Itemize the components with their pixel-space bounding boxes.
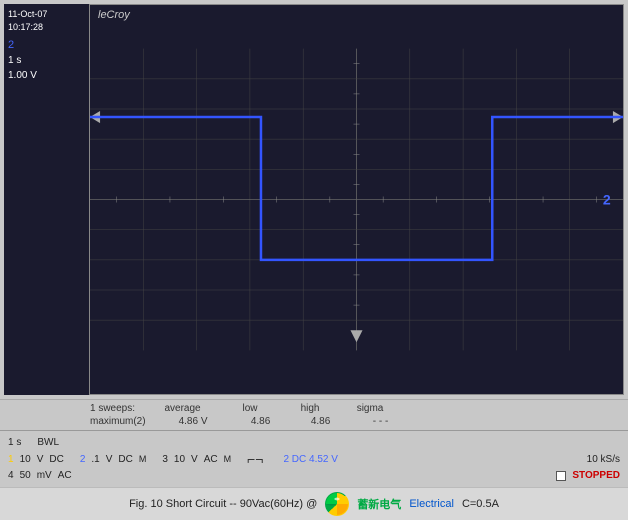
channel-number: 2 [8, 39, 85, 51]
ch4-unit: mV [37, 470, 52, 481]
status-area: STOPPED [556, 470, 620, 481]
caption-extra: C=0.5A [462, 498, 499, 510]
scope-area: 11-Oct-07 10:17:28 2 1 s 1.00 V leCroy [0, 0, 628, 399]
ch4-volt: 50 [20, 470, 31, 481]
waveform-display: 2 [90, 5, 623, 394]
left-panel: 11-Oct-07 10:17:28 2 1 s 1.00 V [4, 4, 89, 395]
sweeps-label: 1 sweeps: [90, 403, 135, 414]
avg-value: 4.86 V [166, 416, 221, 427]
ch3-coupling: AC [204, 454, 218, 465]
stats-area: 1 sweeps: average low high sigma maximum… [0, 399, 628, 430]
ch4-coupling: AC [58, 470, 72, 481]
time-label: 1 s [8, 437, 21, 448]
ch1-volt: 10 [20, 454, 31, 465]
ch2-coupling: DC [118, 454, 132, 465]
brand-label: leCroy [98, 9, 130, 21]
controls-row2: 1 10 V DC 2 .1 V DC M 3 10 V AC M ⌐¬ 2 D… [8, 450, 620, 468]
ch1-coupling: DC [49, 454, 63, 465]
ch3-volt: 10 [174, 454, 185, 465]
bwl-label: BWL [37, 437, 59, 448]
ch2-num: 2 [80, 454, 86, 465]
controls-row3: 4 50 mV AC STOPPED [8, 468, 620, 483]
ch3-unit: V [191, 454, 198, 465]
ch2-unit: V [106, 454, 113, 465]
bottom-controls: 1 s BWL 1 10 V DC 2 .1 V DC M 3 10 V AC … [0, 430, 628, 487]
low-value: 4.86 [241, 416, 281, 427]
ch4-num: 4 [8, 470, 14, 481]
caption-text: Fig. 10 Short Circuit -- 90Vac(60Hz) @ [129, 498, 317, 510]
sigma-header: sigma [350, 403, 390, 414]
sample-rate: 10 kS/s [587, 454, 620, 465]
ch2-info: 2 DC 4.52 V [283, 454, 337, 465]
date-display: 11-Oct-07 10:17:28 [8, 8, 85, 33]
svg-text:2: 2 [603, 192, 611, 208]
ch2-sub: M [139, 454, 147, 464]
sigma-value: - - - [361, 416, 401, 427]
ch1-unit: V [37, 454, 44, 465]
stopped-indicator [556, 471, 566, 481]
time: 10:17:28 [8, 21, 85, 34]
ch3-num: 3 [162, 454, 168, 465]
logo-icon [325, 492, 349, 516]
stats-data-row: maximum(2) 4.86 V 4.86 4.86 - - - [90, 415, 620, 428]
date: 11-Oct-07 [8, 8, 85, 21]
scope-screen: leCroy [89, 4, 624, 395]
volt-scale: 1.00 V [8, 68, 85, 83]
high-value: 4.86 [301, 416, 341, 427]
logo-text-main: 蓄新电气 [357, 496, 401, 512]
logo-text-elec: Electrical [409, 498, 454, 510]
avg-header: average [155, 403, 210, 414]
stopped-label: STOPPED [572, 470, 620, 481]
ch2-volt: .1 [91, 454, 99, 465]
main-container: 11-Oct-07 10:17:28 2 1 s 1.00 V leCroy [0, 0, 628, 520]
channel-scale: 1 s 1.00 V [8, 53, 85, 83]
controls-row1: 1 s BWL [8, 435, 620, 450]
stats-header-row: 1 sweeps: average low high sigma [90, 402, 620, 415]
ch1-num: 1 [8, 454, 14, 465]
ch3-sub: M [224, 454, 232, 464]
pulse-symbol: ⌐¬ [247, 452, 263, 466]
low-header: low [230, 403, 270, 414]
caption: Fig. 10 Short Circuit -- 90Vac(60Hz) @ 蓄… [0, 487, 628, 520]
high-header: high [290, 403, 330, 414]
time-scale: 1 s [8, 53, 85, 68]
metric-label: maximum(2) [90, 416, 146, 427]
